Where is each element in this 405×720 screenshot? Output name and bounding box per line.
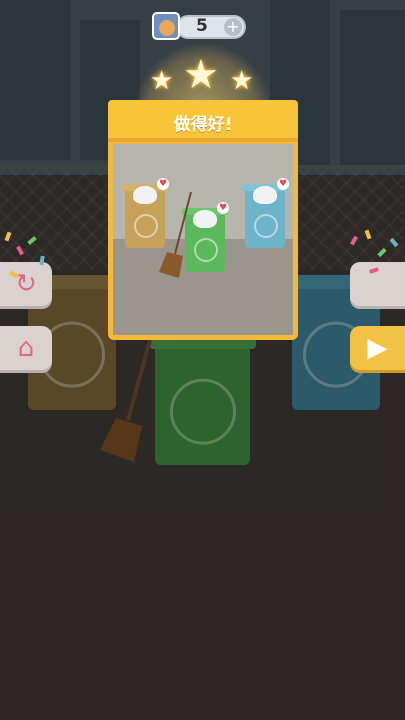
- heart-icon: ♥: [157, 178, 169, 190]
- heart-icon: ♥: [277, 178, 289, 190]
- coin-counter: 5 +: [152, 12, 248, 42]
- cat-icon: [133, 186, 157, 204]
- dialog-title: 做得好!: [173, 115, 233, 135]
- home-button[interactable]: ⌂: [0, 326, 52, 370]
- replay-icon: ↻: [15, 269, 37, 299]
- add-coins-button[interactable]: +: [224, 18, 242, 36]
- coin-count: 5: [196, 16, 208, 36]
- home-icon: ⌂: [17, 333, 35, 363]
- heart-icon: ♥: [217, 202, 229, 214]
- next-icon: ▶: [367, 333, 388, 363]
- cat-icon: [253, 186, 277, 204]
- bottle-icon: [254, 214, 278, 238]
- next-level-button[interactable]: ▶: [350, 326, 405, 370]
- result-preview: ♥ ♥ ♥: [113, 144, 293, 335]
- preview-blue-bin: ♥: [242, 178, 289, 248]
- star-icon: ★: [183, 52, 219, 98]
- star-icon: ★: [230, 66, 254, 96]
- broom-icon: [159, 192, 192, 278]
- apple-icon: [134, 214, 158, 238]
- replay-button[interactable]: ↻: [0, 262, 52, 306]
- level-complete-dialog: ♥ ♥ ♥ 做得好!: [108, 100, 298, 340]
- dialog-frame: ♥ ♥ ♥: [108, 140, 298, 340]
- coin-avatar-icon: [152, 12, 180, 40]
- star-icon: ★: [150, 66, 174, 96]
- paper-icon: [194, 238, 218, 262]
